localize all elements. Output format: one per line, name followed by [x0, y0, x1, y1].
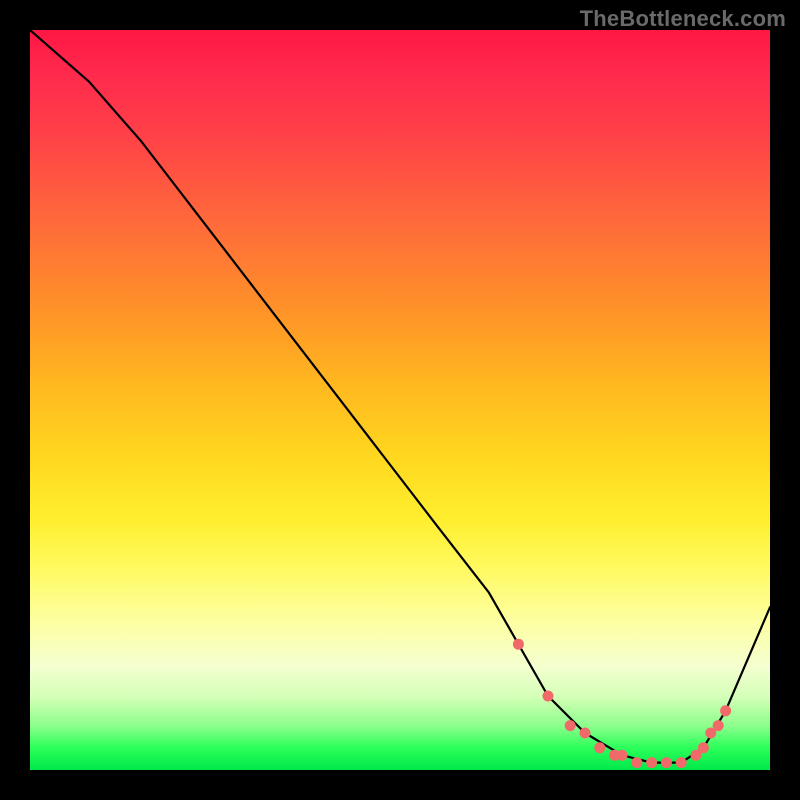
- curve-marker: [676, 757, 687, 768]
- curve-marker: [543, 691, 554, 702]
- chart-frame: TheBottleneck.com: [0, 0, 800, 800]
- curve-marker: [720, 705, 731, 716]
- marker-group: [513, 639, 731, 768]
- curve-marker: [617, 750, 628, 761]
- curve-marker: [565, 720, 576, 731]
- curve-marker: [580, 728, 591, 739]
- plot-area: [30, 30, 770, 770]
- curve-marker: [513, 639, 524, 650]
- curve-marker: [594, 742, 605, 753]
- curve-marker: [661, 757, 672, 768]
- curve-marker: [646, 757, 657, 768]
- curve-layer: [30, 30, 770, 770]
- watermark-text: TheBottleneck.com: [580, 6, 786, 32]
- curve-marker: [713, 720, 724, 731]
- curve-marker: [698, 742, 709, 753]
- bottleneck-curve: [30, 30, 770, 763]
- curve-marker: [631, 757, 642, 768]
